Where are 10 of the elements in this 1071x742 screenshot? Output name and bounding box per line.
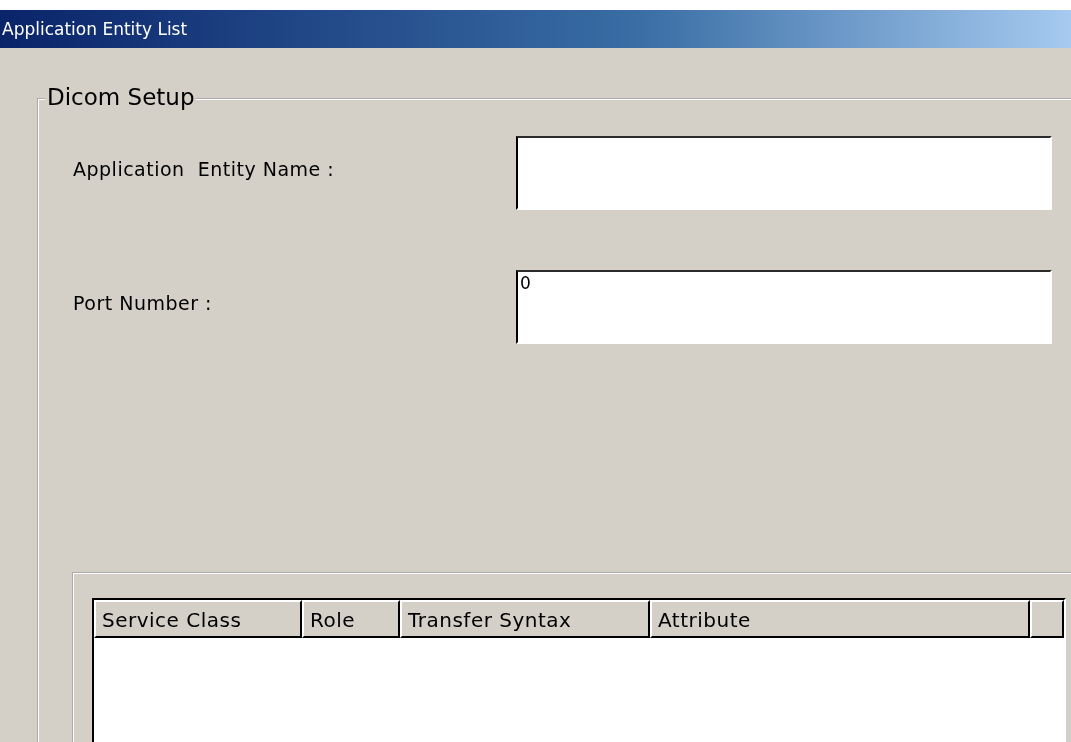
column-header[interactable]: Transfer Syntax	[400, 600, 650, 638]
field-label: Application Entity Name :	[73, 157, 336, 180]
column-header[interactable]: Service Class	[94, 600, 302, 638]
column-header[interactable]: Role	[302, 600, 400, 638]
input-field[interactable]	[516, 136, 1052, 210]
column-header[interactable]: Attribute	[650, 600, 1030, 638]
input-field[interactable]: 0	[516, 270, 1052, 344]
group-title: Dicom Setup	[45, 84, 197, 110]
window-title: Application Entity List	[1, 19, 188, 39]
field-label: Port Number :	[73, 291, 213, 314]
